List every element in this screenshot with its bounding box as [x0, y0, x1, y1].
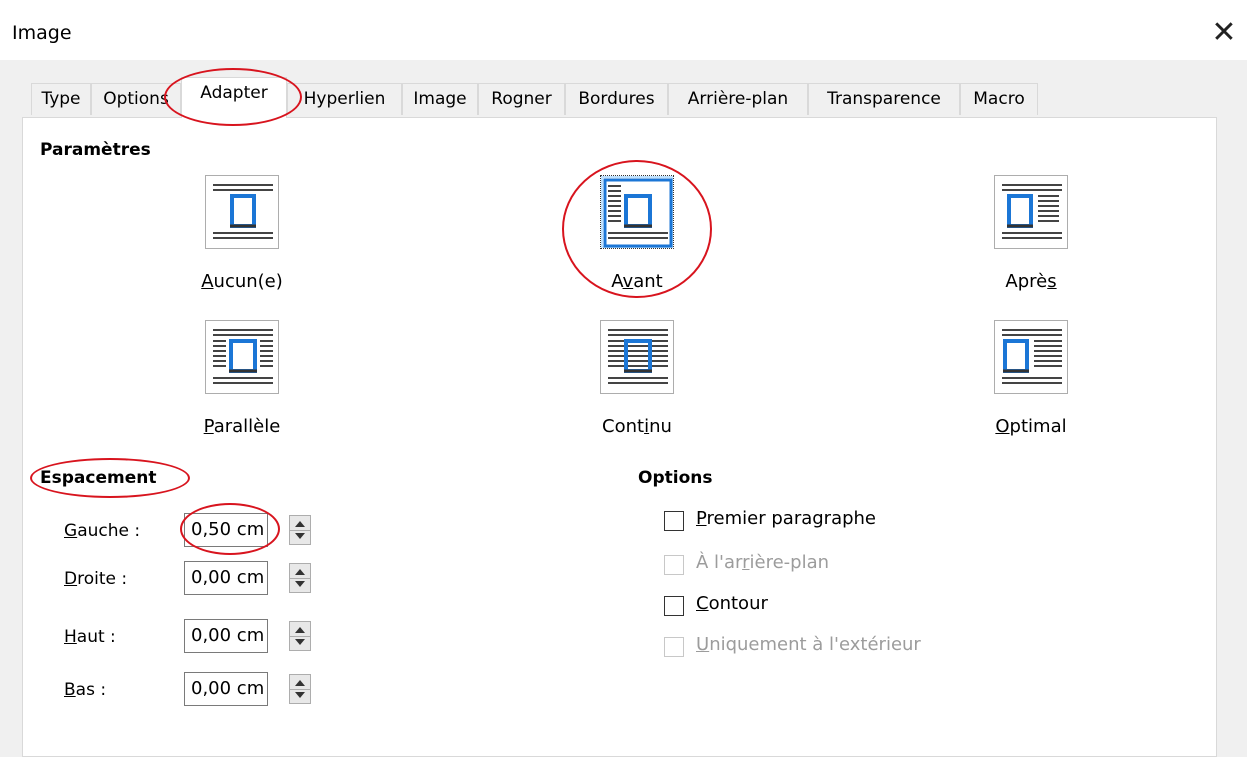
tab-hyperlien[interactable]: Hyperlien: [287, 83, 402, 115]
wrap-after-label: Après: [1005, 271, 1057, 292]
spacing-bottom-input[interactable]: 0,00 cm: [184, 672, 268, 706]
wrap-none-button[interactable]: [205, 175, 279, 249]
spacing-top-label: Haut :: [64, 627, 116, 647]
wrap-none-icon: [213, 184, 273, 239]
outside-only-checkbox[interactable]: [664, 637, 684, 657]
wrap-optimal-label: Optimal: [995, 416, 1067, 437]
tab-bordures[interactable]: Bordures: [565, 83, 668, 115]
wrap-before-button[interactable]: [600, 175, 674, 249]
wrap-before-icon: [603, 178, 673, 248]
tab-options[interactable]: Options: [91, 83, 181, 115]
wrap-through-button[interactable]: [600, 320, 674, 394]
wrap-through-icon: [608, 329, 668, 384]
wrap-parallel-label: Parallèle: [203, 416, 281, 437]
tab-image[interactable]: Image: [402, 83, 478, 115]
spacing-left-input[interactable]: 0,50 cm: [184, 513, 268, 547]
in-background-label: À l'arrière-plan: [696, 552, 830, 573]
spacing-right-input[interactable]: 0,00 cm: [184, 561, 268, 595]
wrap-after-button[interactable]: [994, 175, 1068, 249]
wrap-parallel-icon: [213, 329, 273, 384]
spacing-bottom-label: Bas :: [64, 680, 107, 700]
tab-transparence[interactable]: Transparence: [808, 83, 960, 115]
spacing-top-stepper[interactable]: [289, 621, 311, 651]
title-bar: Image ✕: [0, 0, 1247, 60]
wrap-after-icon: [1002, 184, 1062, 239]
tab-type[interactable]: Type: [31, 83, 91, 115]
contour-checkbox[interactable]: [664, 596, 684, 616]
wrap-none-label: Aucun(e): [201, 271, 283, 292]
options-heading: Options: [638, 468, 713, 488]
spacing-right-label: Droite :: [64, 569, 128, 589]
tab-adapter[interactable]: Adapter: [181, 77, 287, 118]
spacing-top-input[interactable]: 0,00 cm: [184, 619, 268, 653]
contour-label: Contour: [696, 593, 768, 614]
first-paragraph-label: Premier paragraphe: [696, 508, 877, 529]
first-paragraph-checkbox[interactable]: [664, 511, 684, 531]
in-background-checkbox[interactable]: [664, 555, 684, 575]
parametres-heading: Paramètres: [40, 140, 151, 160]
wrap-optimal-icon: [1002, 329, 1062, 384]
wrap-through-label: Continu: [602, 416, 672, 437]
wrap-before-label: Avant: [611, 271, 663, 292]
dialog-title: Image: [12, 22, 72, 44]
spacing-right-stepper[interactable]: [289, 563, 311, 593]
wrap-parallel-button[interactable]: [205, 320, 279, 394]
espacement-heading: Espacement: [40, 468, 157, 488]
outside-only-label: Uniquement à l'extérieur: [696, 634, 921, 655]
tab-macro[interactable]: Macro: [960, 83, 1038, 115]
spacing-left-stepper[interactable]: [289, 515, 311, 545]
spacing-left-label: Gauche :: [64, 521, 141, 541]
spacing-bottom-stepper[interactable]: [289, 674, 311, 704]
tab-arriere-plan[interactable]: Arrière-plan: [668, 83, 808, 115]
tab-rogner[interactable]: Rogner: [478, 83, 565, 115]
wrap-optimal-button[interactable]: [994, 320, 1068, 394]
close-icon[interactable]: ✕: [1204, 12, 1244, 52]
